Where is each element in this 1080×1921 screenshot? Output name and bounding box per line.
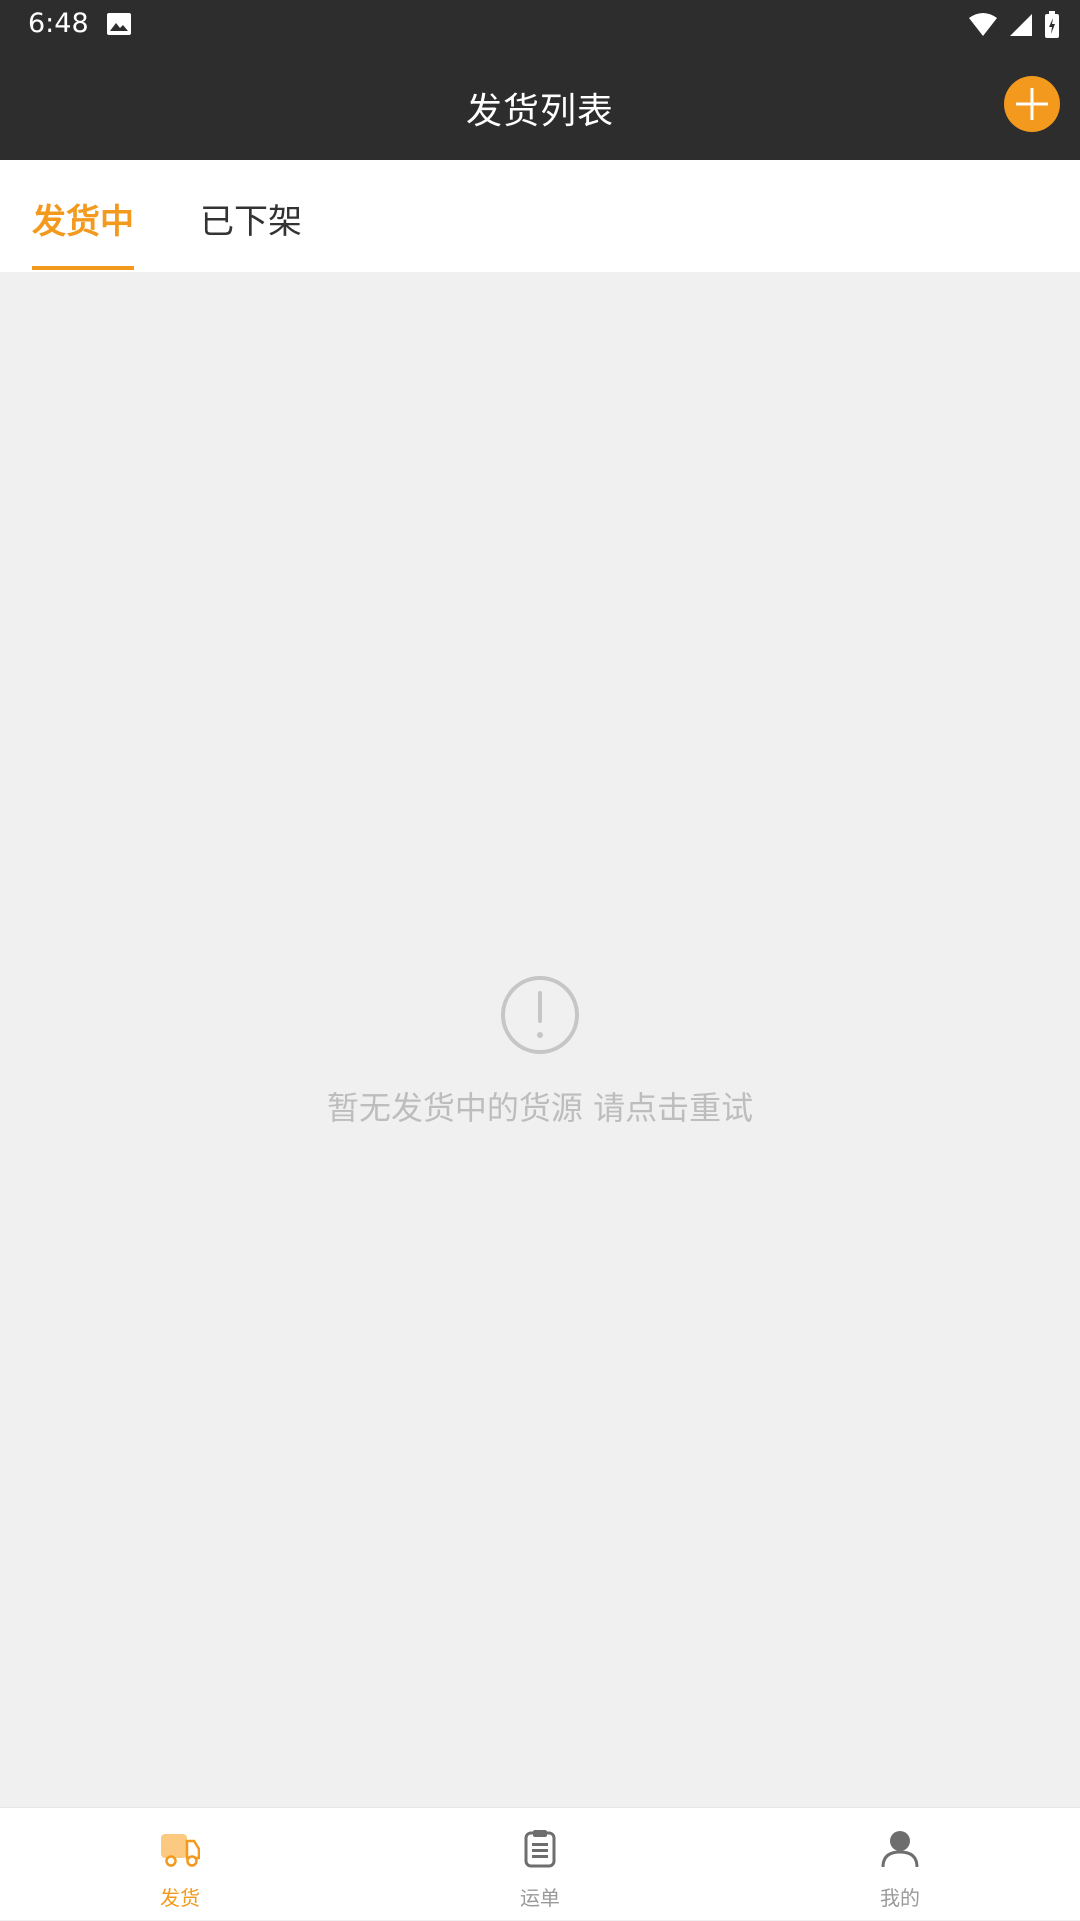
tab-shipping[interactable]: 发货中 (32, 194, 134, 243)
exclamation-circle-icon (501, 976, 579, 1054)
battery-icon (1045, 11, 1059, 38)
truck-icon (161, 1834, 200, 1867)
tab-bar: 发货中 已下架 (0, 160, 1080, 272)
nav-item-shipping[interactable]: 发货 (0, 1808, 360, 1921)
clipboard-icon (524, 1830, 556, 1868)
app-bar: 发货列表 (0, 50, 1080, 160)
add-shipment-button[interactable] (1004, 76, 1060, 132)
page-title: 发货列表 (465, 91, 614, 132)
tab-delisted[interactable]: 已下架 (200, 194, 302, 243)
nav-label-waybill: 运单 (520, 1886, 560, 1910)
nav-label-mine: 我的 (880, 1886, 920, 1910)
empty-state-retry-message[interactable]: 暂无发货中的货源 请点击重试 (0, 1083, 1080, 1129)
nav-label-shipping: 发货 (160, 1886, 200, 1910)
active-tab-indicator (32, 266, 134, 270)
nav-item-waybill[interactable]: 运单 (360, 1808, 720, 1921)
plus-icon (1016, 88, 1048, 120)
person-icon (881, 1831, 919, 1868)
status-icons (968, 10, 1060, 40)
wifi-icon (969, 13, 997, 36)
bottom-nav: 发货 运单 我的 (0, 1807, 1080, 1920)
image-notification-icon (107, 13, 131, 35)
status-bar: 6:48 (0, 0, 1080, 50)
cellular-signal-icon (1010, 14, 1032, 36)
status-time: 6:48 (28, 8, 89, 39)
nav-item-mine[interactable]: 我的 (720, 1808, 1080, 1921)
